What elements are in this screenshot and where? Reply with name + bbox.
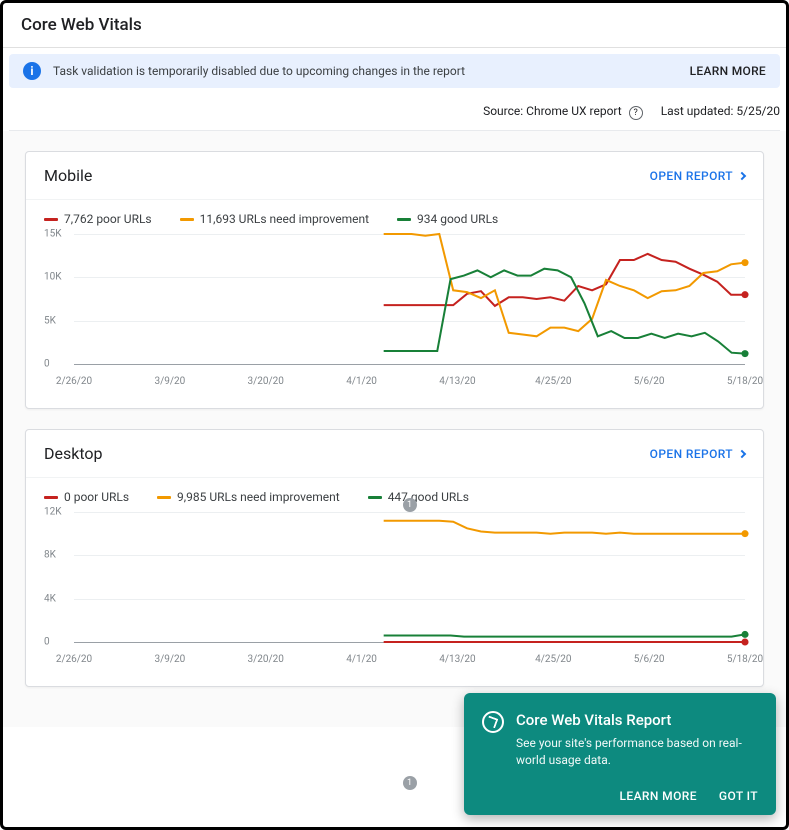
updated-value: 5/25/20 (736, 104, 780, 118)
y-tick-label: 12K (44, 507, 62, 518)
chevron-right-icon (738, 171, 746, 179)
x-tick-label: 3/20/20 (248, 654, 284, 665)
card-title: Desktop (44, 444, 103, 463)
x-tick-label: 4/1/20 (346, 654, 377, 665)
mobile-chart: 05K10K15K2/26/203/9/203/20/204/1/204/13/… (44, 234, 745, 394)
y-tick-label: 0 (44, 359, 50, 370)
source-value: Chrome UX report (526, 104, 622, 118)
info-banner-text: Task validation is temporarily disabled … (53, 64, 690, 78)
legend-poor: 7,762 poor URLs (44, 212, 152, 226)
x-tick-label: 3/20/20 (248, 376, 284, 387)
x-tick-label: 4/25/20 (535, 376, 571, 387)
x-tick-label: 4/25/20 (535, 654, 571, 665)
x-tick-label: 5/18/20 (727, 654, 763, 665)
x-tick-label: 2/26/20 (56, 376, 92, 387)
page-header: Core Web Vitals (3, 3, 786, 48)
y-tick-label: 5K (44, 315, 56, 326)
card-title: Mobile (44, 166, 92, 185)
popup-got-it-button[interactable]: GOT IT (719, 789, 758, 803)
meta-row: Source: Chrome UX report ? Last updated:… (9, 88, 780, 131)
banner-learn-more-link[interactable]: LEARN MORE (690, 64, 766, 78)
help-icon[interactable]: ? (629, 106, 643, 120)
desktop-card: Desktop OPEN REPORT 0 poor URLs 9,985 UR… (25, 429, 764, 687)
card-header: Desktop OPEN REPORT (26, 430, 763, 478)
x-tick-label: 3/9/20 (154, 376, 185, 387)
y-tick-label: 15K (44, 229, 62, 240)
open-report-button[interactable]: OPEN REPORT (650, 169, 745, 183)
x-tick-label: 4/13/20 (439, 654, 475, 665)
swatch-poor (44, 218, 58, 221)
x-tick-label: 5/18/20 (727, 376, 763, 387)
onboarding-popup: Core Web Vitals Report See your site's p… (464, 693, 776, 815)
x-tick-label: 4/1/20 (346, 376, 377, 387)
chart-wrap: 0 4K 8K 12K 2/26/20 3/9/20 3/20/20 4/1/20 4/13/2… (26, 504, 763, 686)
y-tick-label: 0 (44, 637, 50, 648)
page-title: Core Web Vitals (21, 15, 768, 35)
swatch-needs (180, 218, 194, 221)
y-tick-label: 10K (44, 272, 62, 283)
card-header: Mobile OPEN REPORT (26, 152, 763, 200)
legend-good: 447 good URLs (368, 490, 469, 504)
popup-learn-more-button[interactable]: LEARN MORE (620, 789, 697, 803)
chevron-right-icon (738, 449, 746, 457)
y-tick-label: 4K (44, 593, 56, 604)
x-tick-label: 4/13/20 (439, 376, 475, 387)
annotation-marker-icon[interactable]: 1 (403, 776, 417, 790)
popup-actions: LEARN MORE GOT IT (482, 789, 758, 803)
mobile-card: Mobile OPEN REPORT 7,762 poor URLs 11,69… (25, 151, 764, 409)
chart-legend: 7,762 poor URLs 11,693 URLs need improve… (26, 200, 763, 226)
x-tick-label: 5/6/20 (634, 376, 665, 387)
chart-legend: 0 poor URLs 9,985 URLs need improvement … (26, 478, 763, 504)
x-tick-label: 5/6/20 (634, 654, 665, 665)
legend-poor: 0 poor URLs (44, 490, 129, 504)
x-tick-label: 2/26/20 (56, 654, 92, 665)
swatch-poor (44, 496, 58, 499)
swatch-needs (157, 496, 171, 499)
legend-needs: 11,693 URLs need improvement (180, 212, 369, 226)
annotation-marker-icon[interactable]: 1 (403, 498, 417, 512)
y-tick-label: 8K (44, 550, 56, 561)
info-banner: i Task validation is temporarily disable… (9, 54, 780, 88)
desktop-chart: 04K8K12K2/26/203/9/203/20/204/1/204/13/2… (44, 512, 745, 672)
info-icon: i (23, 62, 41, 80)
x-tick-label: 3/9/20 (154, 654, 185, 665)
popup-description: See your site's performance based on rea… (516, 735, 758, 769)
gauge-icon (482, 711, 504, 733)
updated-label: Last updated: 5/25/20 (661, 104, 780, 120)
legend-needs: 9,985 URLs need improvement (157, 490, 340, 504)
popup-title: Core Web Vitals Report (516, 711, 758, 729)
swatch-good (397, 218, 411, 221)
legend-good: 934 good URLs (397, 212, 498, 226)
chart-wrap: 0 5K 10K 15K 2/26/20 3/9/20 3/20/20 4/1/20 4/13/… (26, 226, 763, 408)
open-report-button[interactable]: OPEN REPORT (650, 447, 745, 461)
cards-container: Mobile OPEN REPORT 7,762 poor URLs 11,69… (3, 131, 786, 727)
source-label: Source: Chrome UX report ? (483, 104, 643, 120)
swatch-good (368, 496, 382, 499)
